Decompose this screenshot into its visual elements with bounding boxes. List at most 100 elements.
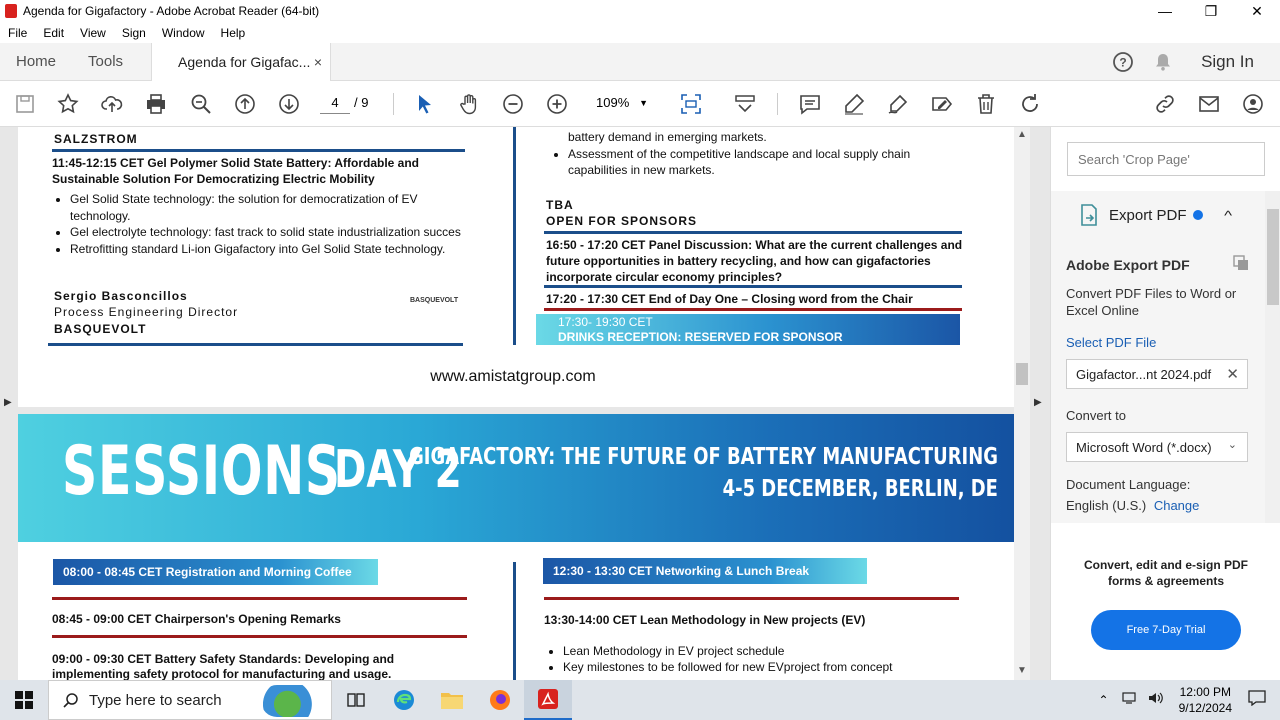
maximize-button[interactable]: ❐: [1188, 0, 1234, 22]
clock[interactable]: 12:00 PM 9/12/2024: [1169, 684, 1242, 716]
change-language-link[interactable]: Change: [1154, 498, 1200, 513]
copy-icon[interactable]: [1233, 255, 1249, 271]
rotate-icon[interactable]: [1017, 91, 1043, 117]
file-explorer-icon[interactable]: [428, 680, 476, 720]
free-trial-button[interactable]: Free 7-Day Trial: [1091, 610, 1241, 650]
volume-icon[interactable]: [1143, 691, 1169, 710]
page-number-input[interactable]: 4: [320, 92, 350, 114]
draw-icon[interactable]: [885, 91, 911, 117]
delete-icon[interactable]: [973, 91, 999, 117]
next-page-icon[interactable]: [276, 91, 302, 117]
clear-file-icon[interactable]: ✕: [1226, 365, 1239, 383]
bookmark-star-icon[interactable]: [55, 91, 81, 117]
safety-session: 09:00 - 09:30 CET Battery Safety Standar…: [52, 652, 395, 680]
windows-start-icon[interactable]: [0, 680, 48, 720]
scrollbar-thumb[interactable]: [1016, 363, 1028, 385]
menu-bar: File Edit View Sign Window Help: [0, 22, 1280, 43]
toolbar: 4 / 9 109% ▼: [0, 81, 1280, 127]
scroll-down-icon[interactable]: ▼: [1017, 665, 1027, 676]
window-title: Agenda for Gigafactory - Adobe Acrobat R…: [23, 4, 320, 18]
bell-icon[interactable]: [1143, 43, 1183, 81]
lean-session: 13:30-14:00 CET Lean Methodology in New …: [544, 613, 866, 627]
section-rule: [52, 149, 465, 152]
menu-view[interactable]: View: [72, 26, 114, 40]
highlight-pen-icon[interactable]: [841, 91, 867, 117]
zoom-in-icon[interactable]: [544, 91, 570, 117]
opening-remarks: 08:45 - 09:00 CET Chairperson's Opening …: [52, 612, 341, 626]
help-icon[interactable]: ?: [1103, 43, 1143, 81]
scrollbar-thumb[interactable]: [1267, 209, 1279, 305]
zoom-value: 109%: [596, 95, 630, 110]
menu-help[interactable]: Help: [213, 26, 254, 40]
column-divider: [513, 127, 516, 345]
select-cursor-icon[interactable]: [412, 91, 438, 117]
minimize-button[interactable]: —: [1142, 0, 1188, 22]
fill-sign-icon[interactable]: [929, 91, 955, 117]
fit-page-icon[interactable]: [678, 91, 704, 117]
notifications-icon[interactable]: [1242, 689, 1280, 711]
company-label: SALZSTROM: [54, 132, 138, 146]
end-of-day: 17:20 - 17:30 CET End of Day One – Closi…: [546, 292, 913, 306]
close-button[interactable]: ✕: [1234, 0, 1280, 22]
link-icon[interactable]: [1152, 91, 1178, 117]
drinks-time: 17:30- 19:30 CET: [558, 315, 653, 329]
list-item: Retrofitting standard Li-ion Gigafactory…: [70, 241, 464, 258]
acrobat-icon: [5, 4, 17, 18]
convert-to-label: Convert to: [1066, 408, 1126, 423]
menu-sign[interactable]: Sign: [114, 26, 154, 40]
lunch-pill: 12:30 - 13:30 CET Networking & Lunch Bre…: [543, 558, 867, 584]
taskbar-search[interactable]: Type here to search: [48, 680, 332, 720]
firefox-icon[interactable]: [476, 680, 524, 720]
print-icon[interactable]: [143, 91, 169, 117]
chevron-up-icon[interactable]: ^: [1224, 208, 1232, 223]
save-icon[interactable]: [12, 91, 38, 117]
menu-file[interactable]: File: [0, 26, 35, 40]
edge-icon[interactable]: [380, 680, 428, 720]
section-rule: [544, 597, 959, 600]
select-file-label: Select PDF File: [1066, 335, 1157, 350]
export-pdf-icon: [1081, 204, 1097, 226]
export-description: Convert PDF Files to Word or Excel Onlin…: [1066, 286, 1237, 318]
hand-tool-icon[interactable]: [456, 91, 482, 117]
scroll-up-icon[interactable]: ▲: [1017, 129, 1027, 140]
tray-expand-icon[interactable]: ⌃: [1091, 693, 1117, 707]
section-rule: [52, 597, 467, 600]
tba-label: TBA: [546, 198, 574, 212]
panel-scrollbar[interactable]: [1265, 191, 1280, 523]
close-tab-icon[interactable]: ×: [314, 54, 322, 70]
sign-in-button[interactable]: Sign In: [1183, 52, 1280, 72]
document-viewer[interactable]: ▶ SALZSTROM 11:45-12:15 CET Gel Polymer …: [0, 127, 1050, 680]
sessions-heading: SESSIONS: [62, 432, 341, 511]
export-pdf-header[interactable]: Export PDF ^: [1077, 203, 1232, 227]
task-view-icon[interactable]: [332, 680, 380, 720]
panel-discussion: 16:50 - 17:20 CET Panel Discussion: What…: [546, 238, 963, 284]
prev-page-icon[interactable]: [232, 91, 258, 117]
network-icon[interactable]: [1117, 691, 1143, 710]
website-link[interactable]: www.amistatgroup.com: [18, 369, 1008, 385]
tab-tools[interactable]: Tools: [72, 43, 151, 81]
zoom-out-icon[interactable]: [500, 91, 526, 117]
format-select[interactable]: Microsoft Word (*.docx) ⌄: [1066, 432, 1248, 462]
document-scrollbar[interactable]: ▲ ▼: [1014, 127, 1030, 680]
search-tools-input[interactable]: Search 'Crop Page': [1067, 142, 1265, 176]
page-total: / 9: [354, 95, 369, 110]
email-icon[interactable]: [1196, 91, 1222, 117]
upload-icon[interactable]: [99, 91, 125, 117]
tab-document[interactable]: Agenda for Gigafac... ×: [151, 42, 332, 81]
right-panel-toggle-icon[interactable]: ▶: [1034, 397, 1042, 408]
tab-home[interactable]: Home: [0, 43, 72, 81]
taskbar: Type here to search ⌃ 12:00 PM 9/12/2024: [0, 680, 1280, 720]
section-rule: [52, 635, 467, 638]
share-user-icon[interactable]: [1240, 91, 1266, 117]
comment-icon[interactable]: [797, 91, 823, 117]
tab-bar: Home Tools Agenda for Gigafac... × ? Sig…: [0, 42, 1280, 81]
left-panel-toggle-icon[interactable]: ▶: [4, 397, 12, 408]
scroll-mode-icon[interactable]: [732, 91, 758, 117]
acrobat-taskbar-icon[interactable]: [524, 680, 572, 720]
selected-file-field[interactable]: Gigafactor...nt 2024.pdf ✕: [1066, 359, 1248, 389]
menu-window[interactable]: Window: [154, 26, 213, 40]
menu-edit[interactable]: Edit: [35, 26, 72, 40]
zoom-search-icon[interactable]: [188, 91, 214, 117]
zoom-level-select[interactable]: 109% ▼: [590, 92, 654, 114]
speaker-role: Process Engineering Director: [54, 305, 239, 319]
